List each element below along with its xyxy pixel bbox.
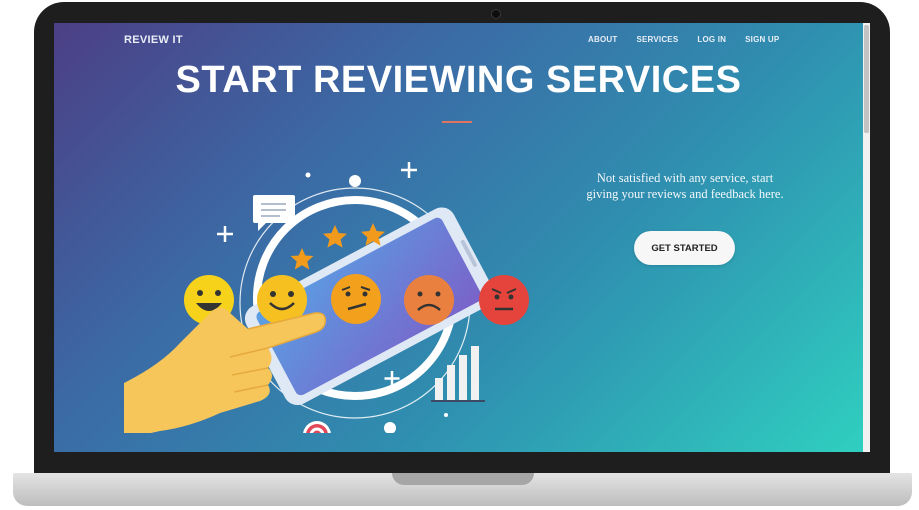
brand-logo[interactable]: REVIEW IT	[124, 34, 183, 46]
scrollbar-thumb[interactable]	[864, 25, 869, 133]
review-illustration	[124, 162, 529, 433]
hero-title: START REVIEWING SERVICES	[175, 59, 742, 101]
get-started-button[interactable]: GET STARTED	[634, 231, 735, 265]
camera-icon	[491, 9, 501, 19]
plus-icon	[217, 226, 233, 242]
small-dot	[305, 172, 311, 178]
nav-about[interactable]: ABOUT	[588, 35, 617, 44]
star-icon	[290, 248, 314, 270]
angry-face-icon	[479, 275, 529, 325]
tagline-line-2: giving your reviews and feedback here.	[586, 187, 784, 201]
laptop-base-notch	[392, 473, 534, 485]
top-nav: ABOUT SERVICES LOG IN SIGN UP	[588, 35, 798, 44]
sad-face-icon	[404, 275, 454, 325]
hero-tagline: Not satisfied with any service, start gi…	[572, 170, 798, 202]
title-divider	[442, 121, 472, 123]
ring-dot-top	[349, 175, 361, 187]
small-dot-2	[444, 413, 448, 417]
star-icon	[323, 225, 347, 248]
nav-login[interactable]: LOG IN	[697, 35, 726, 44]
tagline-line-1: Not satisfied with any service, start	[596, 171, 774, 185]
website-screen: REVIEW IT ABOUT SERVICES LOG IN SIGN UP …	[54, 23, 870, 452]
target-icon	[303, 421, 331, 433]
nav-services[interactable]: SERVICES	[636, 35, 678, 44]
nav-signup[interactable]: SIGN UP	[745, 35, 779, 44]
skeptical-face-icon	[331, 274, 381, 324]
ring-dot-bottom	[384, 422, 396, 433]
plus-icon	[401, 162, 417, 178]
page-scrollbar[interactable]	[863, 23, 870, 452]
